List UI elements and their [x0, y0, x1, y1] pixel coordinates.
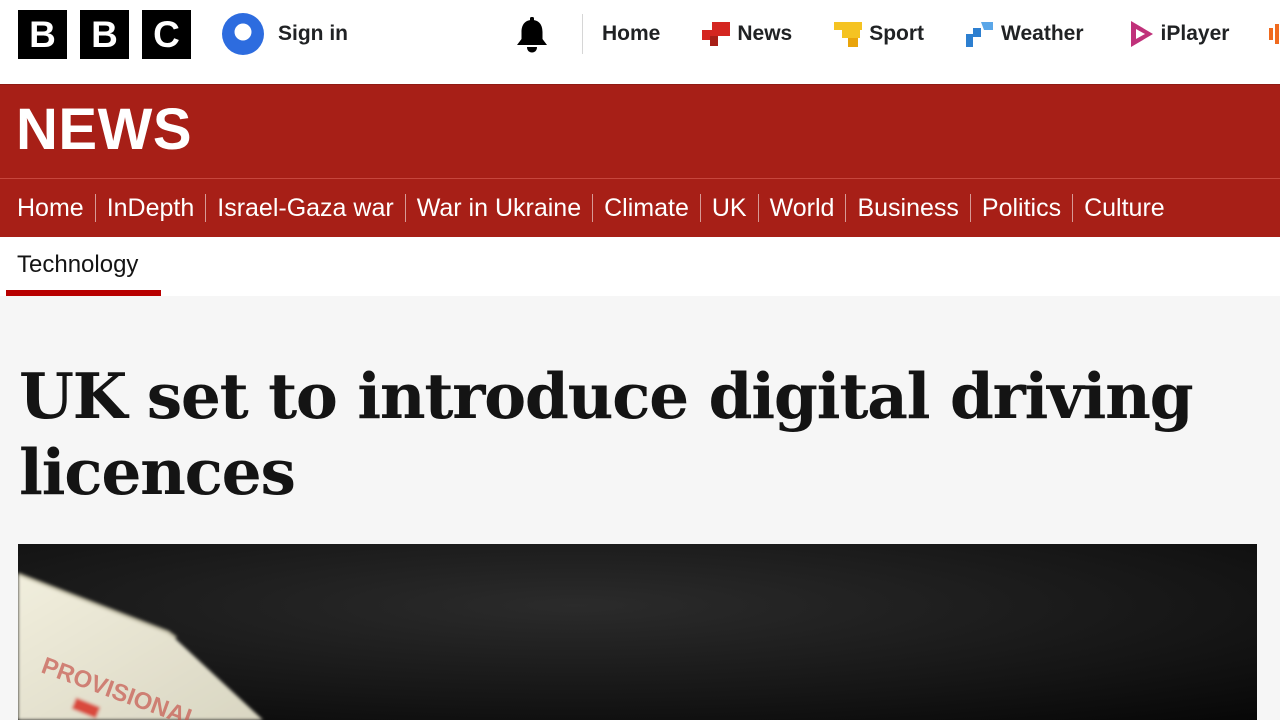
- subnav-tab-technology[interactable]: Technology: [6, 237, 161, 296]
- top-nav-news-label: News: [737, 22, 793, 45]
- section-nav-home[interactable]: Home: [17, 194, 84, 223]
- article-hero-image: PROVISIONAL: [18, 544, 1257, 720]
- section-nav-separator: [845, 194, 847, 222]
- top-nav-iplayer[interactable]: iPlayer: [1128, 20, 1230, 48]
- section-nav-israel-gaza-war[interactable]: Israel-Gaza war: [217, 194, 393, 223]
- sounds-icon: [1269, 24, 1280, 44]
- sign-in-label: Sign in: [278, 22, 348, 45]
- top-nav-iplayer-label: iPlayer: [1160, 22, 1230, 45]
- masthead-divider: [582, 14, 583, 54]
- top-nav-home-label: Home: [602, 22, 661, 45]
- weather-icon: [966, 22, 994, 47]
- top-nav: Home News Sport Weather iPlayer: [602, 14, 1280, 54]
- section-nav-war-in-ukraine[interactable]: War in Ukraine: [417, 194, 581, 223]
- article: UK set to introduce digital driving lice…: [0, 296, 1280, 720]
- section-nav-separator: [757, 194, 759, 222]
- section-nav-separator: [1072, 194, 1074, 222]
- iplayer-icon: [1130, 21, 1153, 47]
- bbc-logo-block: B: [80, 10, 129, 59]
- top-nav-sport-label: Sport: [869, 22, 925, 45]
- news-icon: [702, 22, 731, 46]
- section-nav-separator: [404, 194, 406, 222]
- section-nav-climate[interactable]: Climate: [604, 194, 689, 223]
- subnav-tab-label: Technology: [17, 251, 139, 278]
- section-nav-culture[interactable]: Culture: [1084, 194, 1165, 223]
- section-nav-indepth[interactable]: InDepth: [107, 194, 195, 223]
- bbc-logo-block: C: [142, 10, 191, 59]
- top-nav-sounds[interactable]: [1269, 20, 1280, 48]
- bbc-masthead: B B C Sign in Home News Sport Weather iP…: [0, 0, 1280, 84]
- section-nav-politics[interactable]: Politics: [982, 194, 1061, 223]
- section-nav-separator: [94, 194, 96, 222]
- section-nav-business[interactable]: Business: [857, 194, 958, 223]
- top-nav-sport[interactable]: Sport: [834, 20, 924, 48]
- section-nav-uk[interactable]: UK: [712, 194, 747, 223]
- section-nav-world[interactable]: World: [770, 194, 835, 223]
- section-nav-list: Home InDepth Israel-Gaza war War in Ukra…: [17, 179, 1165, 237]
- section-nav-separator: [592, 194, 594, 222]
- sign-in-link[interactable]: Sign in: [222, 13, 348, 55]
- top-nav-news[interactable]: News: [702, 20, 792, 48]
- notifications-bell-icon[interactable]: [515, 17, 549, 53]
- bbc-logo[interactable]: B B C: [18, 10, 191, 59]
- sub-navigation: Technology: [0, 237, 1280, 296]
- section-nav-separator: [969, 194, 971, 222]
- top-nav-weather-label: Weather: [1001, 22, 1084, 45]
- sport-icon: [834, 22, 863, 47]
- news-wordmark[interactable]: NEWS: [16, 101, 192, 159]
- top-nav-weather[interactable]: Weather: [966, 20, 1084, 48]
- section-nav-separator: [205, 194, 207, 222]
- user-account-icon: [222, 13, 264, 55]
- section-nav: Home InDepth Israel-Gaza war War in Ukra…: [0, 178, 1280, 237]
- news-banner: NEWS: [0, 84, 1280, 178]
- article-headline: UK set to introduce digital driving lice…: [19, 359, 1194, 509]
- section-nav-separator: [699, 194, 701, 222]
- top-nav-home[interactable]: Home: [602, 22, 660, 46]
- bbc-logo-block: B: [18, 10, 67, 59]
